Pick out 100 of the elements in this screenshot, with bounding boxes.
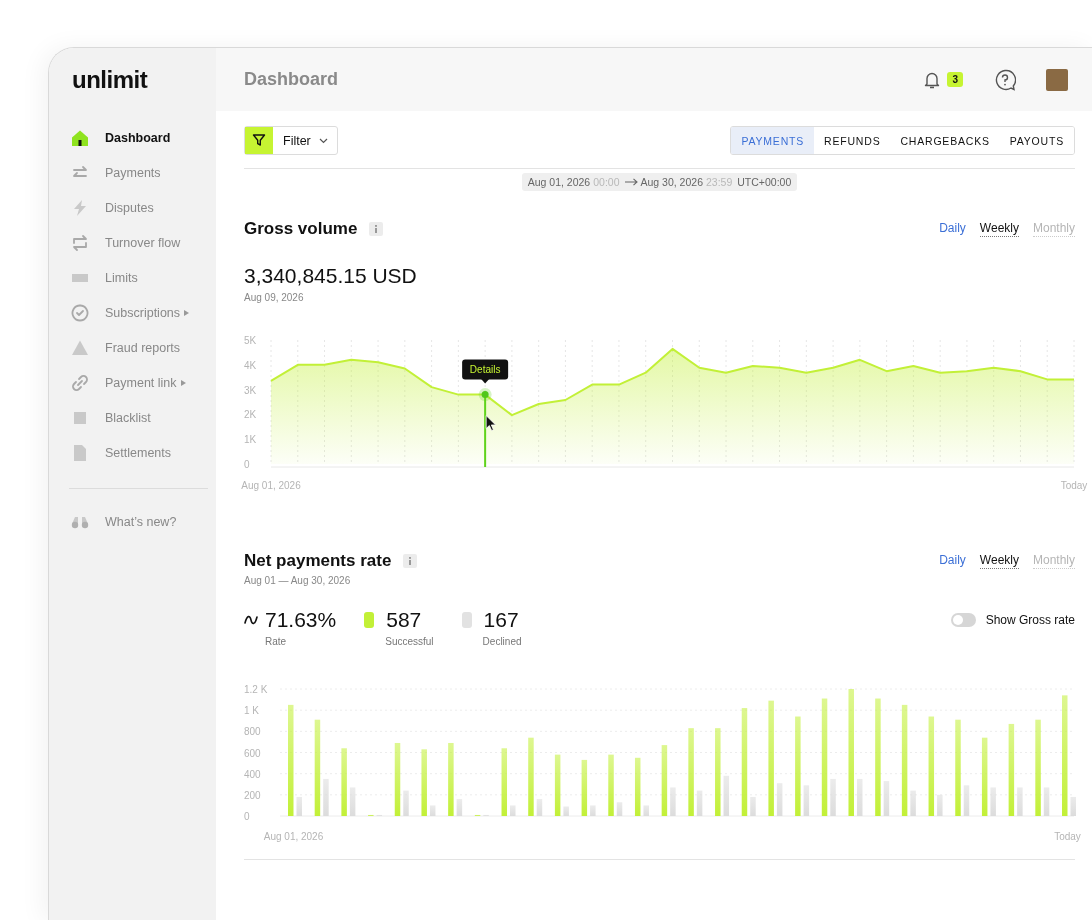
chart-bar [963,785,970,816]
chart-bar [937,794,943,816]
axis-tick-label: 400 [244,768,261,780]
stat-label: Rate [265,636,288,647]
axis-tick-label: 5K [244,335,257,346]
axis-tick-label: 1.2 K [244,684,268,695]
period-option[interactable]: Weekly [979,553,1019,569]
axis-tick-label: 600 [244,747,261,759]
chart-bar [1070,796,1076,816]
filter-button[interactable]: Filter [244,126,338,155]
chart-bar [696,790,703,816]
submenu-caret-icon [180,380,186,386]
period-option[interactable]: Daily [939,221,966,237]
axis-tick-label: 3K [244,384,257,396]
chevron-down-icon [318,137,328,144]
chart-bar [883,781,890,816]
stat-label: Successful [385,636,434,647]
logo: unlimit [72,66,149,94]
chart-bar [670,787,676,816]
help-icon[interactable] [994,68,1016,91]
chart-bar [1043,787,1050,816]
annotation: Details [469,364,501,376]
axis-tick-label: Aug 01, 2026 [241,480,301,491]
sidebar-item[interactable]: Fraud reports [69,337,216,359]
arrow-right-icon [624,178,638,186]
sidebar-item[interactable]: Disputes [69,197,216,219]
sidebar-item[interactable]: Dashboard [69,127,216,149]
sidebar-item[interactable]: Payments [69,162,216,184]
menu-item-icon [69,129,91,147]
axis-tick-label: 4K [244,359,257,371]
chart-bar [643,805,649,816]
chart-bar [803,785,810,816]
filter-icon [252,133,266,147]
chart-bar [723,775,730,816]
toggle-switch[interactable] [950,613,976,627]
axis-tick-label: 1K [244,434,257,446]
axis-tick-label: 0 [244,459,250,470]
period-option[interactable]: Weekly [979,221,1019,237]
chart-bar [990,787,996,816]
binoculars-icon [69,515,91,529]
chart-bar [403,790,409,816]
chart-bar [456,799,463,816]
chart-bar [296,796,302,816]
axis-tick-label: 200 [244,789,261,801]
start-date: Aug 01, 2026 [527,176,591,188]
chart-bar [608,754,614,816]
stat-value: 167 [483,608,519,632]
section-title: Net payments rate [244,551,392,571]
stat-value: 587 [386,608,422,632]
chart-bar [616,802,623,816]
gross-amount: 3,340,845.15 USD [244,264,418,288]
chart-bar [1017,787,1023,816]
chart-bar [429,805,436,816]
sidebar-item[interactable]: Limits [69,267,216,289]
stat-label: Declined [482,636,522,647]
chart-bar [910,790,916,816]
sidebar-item[interactable]: What’s new? [69,511,216,533]
sidebar-item[interactable]: Settlements [69,442,216,464]
chart-bar [590,805,596,816]
sidebar-item[interactable]: Turnover flow [69,232,216,254]
stat-value: 71.63% [265,608,337,632]
chart-bar [661,745,668,816]
axis-tick-label: 0 [244,811,250,822]
notification-count: 3 [947,72,963,87]
avatar[interactable] [1046,68,1068,91]
period-option[interactable]: Daily [939,553,966,569]
axis-tick-label: 1 K [244,705,259,717]
cursor-icon [485,415,497,431]
chart-bar [536,799,543,816]
hover-point [478,388,492,402]
axis-tick-label: Aug 01, 2026 [263,831,324,842]
toggle-label: Show Gross rate [985,613,1075,627]
chart-bar [634,757,641,816]
amount-date: Aug 09, 2026 [244,292,305,303]
chart-bar [857,778,863,816]
page-title: Dashboard [244,69,339,90]
menu-item-icon [69,304,91,322]
submenu-caret-icon [184,310,190,316]
chart-bar [323,778,329,816]
menu-item-icon [69,374,91,392]
trend-wave-icon [244,614,258,626]
chart-bar [421,749,427,816]
chart-bar [581,759,588,816]
date-range-subtitle: Aug 01 — Aug 30, 2026 [244,575,352,586]
chart-bar [750,796,756,816]
info-icon[interactable] [403,554,418,568]
sidebar-item[interactable]: Payment link [69,372,216,394]
sidebar-item[interactable]: Blacklist [69,407,216,429]
tab[interactable]: PAYMENTS [731,127,815,154]
info-icon[interactable] [369,222,384,236]
chart-bar [554,754,561,816]
chart-bar [563,806,569,816]
sidebar-item[interactable]: Subscriptions [69,302,216,324]
section-title: Gross volume [244,219,358,239]
chart-bar [349,787,356,816]
axis-tick-label: Today [1060,480,1088,491]
menu-item-icon [69,339,91,357]
axis-tick-label: 800 [244,726,261,738]
axis-tick-label: 2K [244,409,257,421]
chart-bar [830,778,836,816]
